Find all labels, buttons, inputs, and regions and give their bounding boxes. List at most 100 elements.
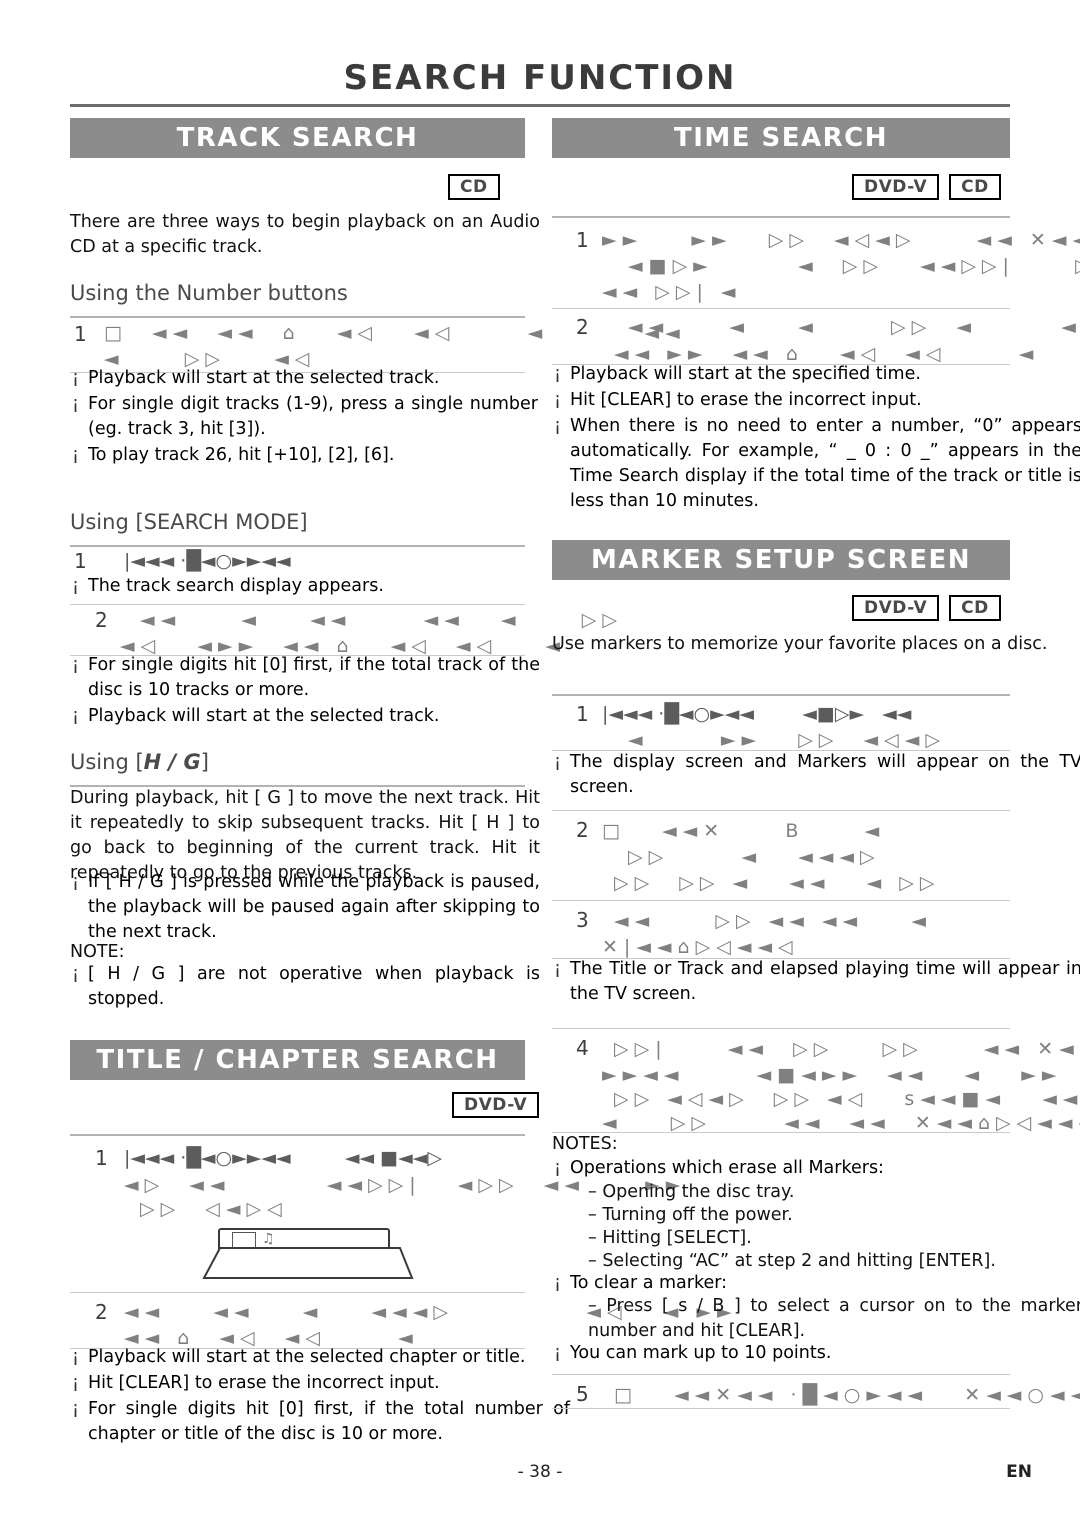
list-item: Hit [CLEAR] to erase the incorrect input… — [552, 388, 1080, 413]
list-item: If [ H / G ] is pressed while the playba… — [70, 870, 540, 945]
divider — [70, 604, 525, 605]
track-search-mode-note1: The track search display appears. — [70, 574, 530, 600]
divider — [552, 216, 1010, 218]
step-illustration: ▷▷| ◄◄ ▷▷ ▷▷ ◄◄ ✕◄◄ ·█◄ — [614, 1038, 1080, 1060]
label-part: Using [ — [70, 750, 144, 774]
time-search-notes: Playback will start at the specified tim… — [552, 362, 1080, 515]
list-item: Playback will start at the selected trac… — [70, 704, 540, 729]
step-illustration: ◄◄ ◄ ◄ ▷▷ ◄ ◄ — [628, 316, 1080, 338]
list-item: For single digits hit [0] first, if the … — [70, 653, 540, 703]
divider — [552, 694, 1010, 696]
step-illustration: ▷▷ ◄ ◄◄◄▷ — [628, 846, 881, 868]
erase-item: – Turning off the power. — [588, 1205, 793, 1225]
step-illustration: ▷▷ ▷▷ ◄ ◄◄ ◄ ▷▷ — [614, 872, 941, 894]
step-number: 2 — [576, 818, 589, 842]
step-illustration: ▷▷ ◁◄▷◁ — [140, 1198, 288, 1220]
erase-item: – Opening the disc tray. — [588, 1182, 795, 1202]
step-illustration: ◄◄ ◄ ◄◄ ◄◄ ◄ ▷▷ — [140, 609, 624, 631]
list-item: Playback will start at the selected chap… — [70, 1345, 570, 1370]
step-number: 1 — [576, 702, 589, 726]
list-item: The display screen and Markers will appe… — [552, 750, 1080, 800]
track-search-intro: There are three ways to begin playback o… — [70, 212, 540, 257]
divider — [552, 1374, 1010, 1375]
language-code: EN — [1006, 1462, 1032, 1482]
list-item: To clear a marker: — [552, 1271, 1080, 1296]
tag-cd: CD — [949, 595, 1001, 621]
manual-page: SEARCH FUNCTION TRACK SEARCH CD There ar… — [0, 0, 1080, 1526]
step-illustration: □ ◄◄✕◄◄ ·█◄○►◄◄ ✕◄◄○◄◄◄⌂ — [614, 1384, 1080, 1406]
track-search-mode-notes: For single digits hit [0] first, if the … — [70, 653, 540, 730]
divider — [70, 1134, 525, 1136]
tag-dvd-v: DVD-V — [852, 174, 940, 200]
page-title: SEARCH FUNCTION — [343, 58, 737, 98]
marker-notes-max: You can mark up to 10 points. — [552, 1341, 1080, 1367]
list-item: Playback will start at the specified tim… — [552, 362, 1080, 387]
step-number: 1 — [576, 228, 589, 252]
step-illustration: |◄◄◄ ·█◄○►◄◄ ◄■▷► ◄◄ — [602, 703, 912, 725]
time-search-disc-tags: DVD-V CD — [852, 174, 1001, 200]
step-illustration: □ ◄◄ ◄◄ ⌂ ◄◁ ◄◁ ◄ ◄◄ — [104, 322, 686, 344]
step-number: 1 — [74, 322, 87, 346]
list-item: To play track 26, hit [+10], [2], [6]. — [70, 443, 538, 468]
track-search-sub-search-mode: Using [SEARCH MODE] — [70, 510, 308, 534]
tag-dvd-v: DVD-V — [852, 595, 940, 621]
step-illustration: ►► ►► ▷▷ ◄◁◄▷ ◄◄ ✕◄◄ ·█◄○►►◄◄ ◄◄ — [602, 229, 1080, 251]
list-item: The track search display appears. — [70, 574, 530, 599]
title-chapter-disc-tags: DVD-V — [452, 1092, 540, 1118]
list-item: You can mark up to 10 points. — [552, 1341, 1080, 1366]
track-search-sub-number-buttons: Using the Number buttons — [70, 281, 348, 305]
divider — [70, 316, 525, 318]
marker-setup-note3: The Title or Track and elapsed playing t… — [552, 957, 1080, 1008]
section-header-title-chapter-search: TITLE / CHAPTER SEARCH — [70, 1040, 525, 1080]
step-illustration: ◄■▷► ◄ ▷▷ ◄◄▷▷| ▷▷ ◄◄ — [628, 255, 1080, 277]
marker-setup-note1: The display screen and Markers will appe… — [552, 750, 1080, 801]
section-header-marker-setup: MARKER SETUP SCREEN — [552, 540, 1010, 580]
track-search-disc-tags: CD — [448, 174, 500, 200]
step-number: 2 — [95, 608, 108, 632]
track-search-skip-note2: [ H / G ] are not operative when playbac… — [70, 962, 540, 1013]
marker-notes-label: NOTES: — [552, 1134, 618, 1154]
track-search-number-notes: Playback will start at the selected trac… — [70, 366, 538, 469]
erase-item: – Hitting [SELECT]. — [588, 1228, 752, 1248]
step-illustration: |◄◄◄ ·█◄○►►◄◄ — [124, 550, 291, 572]
step-illustration: ▷▷ ◄◁◄▷ ▷▷ ◄◁ s◄◄■◄ ◄◄ ◄ ◄◄ — [614, 1088, 1080, 1110]
step-illustration: □ ◄◄✕ B ◄ — [602, 820, 886, 842]
list-item: [ H / G ] are not operative when playbac… — [70, 962, 540, 1012]
title-divider — [70, 104, 1010, 107]
list-item: Hit [CLEAR] to erase the incorrect input… — [70, 1371, 570, 1396]
step-illustration: ►►◄◄ ◄■◄►► ◄◄ ◄ ►► — [602, 1064, 1063, 1086]
step-number: 1 — [95, 1146, 108, 1170]
list-item: When there is no need to enter a number,… — [552, 414, 1080, 514]
step-number: 3 — [576, 908, 589, 932]
divider — [70, 545, 525, 547]
tag-cd: CD — [448, 174, 500, 200]
marker-notes-erase: Operations which erase all Markers: — [552, 1156, 1080, 1182]
step-number: 5 — [576, 1382, 589, 1406]
divider — [552, 1028, 1010, 1029]
list-item: For single digit tracks (1-9), press a s… — [70, 392, 538, 442]
clear-item: – Press [ s / B ] to select a cursor on … — [588, 1296, 1080, 1341]
step-number: 1 — [74, 549, 87, 573]
list-item: The Title or Track and elapsed playing t… — [552, 957, 1080, 1007]
divider — [70, 1292, 525, 1293]
device-body-graphic — [202, 1247, 414, 1279]
divider — [552, 900, 1010, 901]
step-number: 2 — [576, 315, 589, 339]
step-illustration: |◄◄◄ ·█◄○►►◄◄ ◄◄ ■◄◄▷ — [124, 1147, 442, 1169]
music-note-icon: ♫ — [262, 1231, 275, 1247]
step-illustration: ◄◄ ▷▷| ◄ — [602, 281, 742, 303]
step-number: 2 — [95, 1300, 108, 1324]
list-item: Operations which erase all Markers: — [552, 1156, 1080, 1181]
track-search-skip-notes: If [ H / G ] is pressed while the playba… — [70, 870, 540, 946]
step-illustration: ✕|◄◄⌂▷◁◄◄◁ — [602, 936, 799, 958]
divider — [552, 308, 1010, 309]
marker-setup-intro: Use markers to memorize your favorite pl… — [552, 634, 1048, 654]
track-search-sub-skip: Using [H / G] — [70, 750, 209, 774]
section-header-track-search: TRACK SEARCH — [70, 118, 525, 158]
label-part: ] — [200, 750, 209, 774]
divider — [552, 1408, 1010, 1409]
marker-setup-disc-tags: DVD-V CD — [852, 595, 1001, 621]
skip-keys: H / G — [143, 750, 201, 774]
list-item: For single digits hit [0] first, if the … — [70, 1397, 570, 1447]
step-number: 4 — [576, 1036, 589, 1060]
